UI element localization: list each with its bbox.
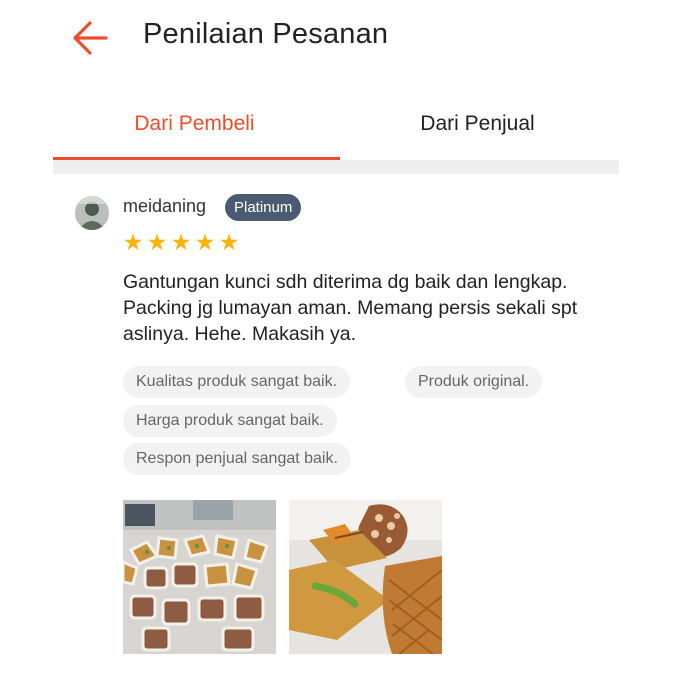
tab-dari-penjual[interactable]: Dari Penjual <box>336 100 619 162</box>
page-title: Penilaian Pesanan <box>143 18 389 50</box>
section-divider <box>53 160 619 174</box>
star-icon: ★ <box>194 229 216 255</box>
avatar[interactable] <box>75 196 109 230</box>
review-tag: Harga produk sangat baik. <box>123 405 337 437</box>
review-text: Gantungan kunci sdh diterima dg baik dan… <box>123 271 578 345</box>
review-photo[interactable] <box>123 500 276 654</box>
arrow-left-icon <box>73 21 108 55</box>
review-photo[interactable] <box>289 500 442 654</box>
review-tag: Respon penjual sangat baik. <box>123 443 351 475</box>
app-header: Penilaian Pesanan <box>0 0 673 80</box>
tab-bar: Dari Pembeli Dari Penjual <box>53 100 619 162</box>
review-tag: Produk original. <box>405 366 543 398</box>
star-rating: ★ ★ ★ ★ ★ <box>122 231 240 255</box>
star-icon: ★ <box>170 229 192 255</box>
star-icon: ★ <box>146 229 168 255</box>
review-tag: Kualitas produk sangat baik. <box>123 366 351 398</box>
tab-dari-pembeli[interactable]: Dari Pembeli <box>53 100 336 162</box>
back-button[interactable] <box>70 18 114 58</box>
star-icon: ★ <box>218 229 240 255</box>
reviewer-username: meidaning <box>123 196 207 216</box>
membership-badge: Platinum <box>225 194 302 221</box>
star-icon: ★ <box>122 229 144 255</box>
